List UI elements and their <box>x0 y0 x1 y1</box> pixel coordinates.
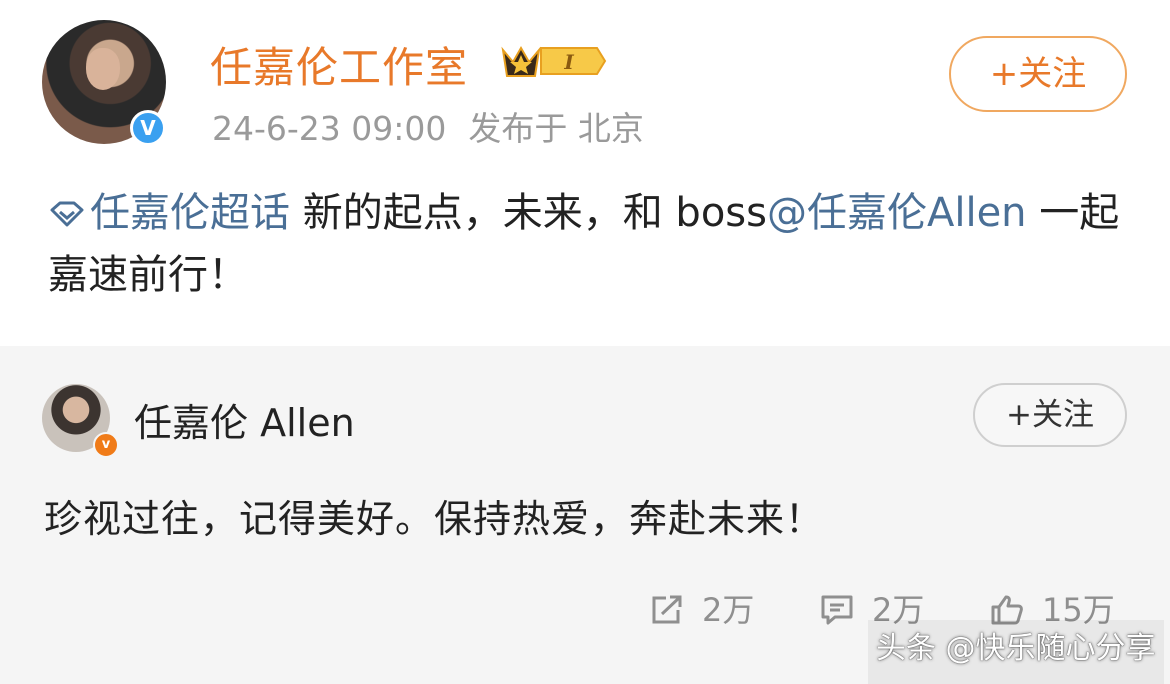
watermark: 头条 @快乐随心分享 <box>868 620 1164 684</box>
post-location: 发布于 北京 <box>468 109 644 148</box>
post-meta: 24-6-23 09:00 发布于 北京 <box>212 102 666 150</box>
share-icon <box>652 595 682 624</box>
verified-badge-icon: V <box>130 110 166 146</box>
author-name[interactable]: 任嘉伦工作室 <box>210 34 468 95</box>
comment-icon <box>821 595 853 625</box>
topic-label: 任嘉伦超话 <box>90 190 290 236</box>
share-count: 2万 <box>702 591 755 629</box>
repost-verified-badge-icon: v <box>93 432 119 458</box>
diamond-topic-icon <box>50 201 84 227</box>
topic-link[interactable]: 任嘉伦超话 <box>48 190 290 236</box>
repost-text: 珍视过往，记得美好。保持热爱，奔赴未来！ <box>44 497 825 541</box>
repost-author-name[interactable]: 任嘉伦 Allen <box>134 392 355 447</box>
post-timestamp: 24-6-23 09:00 <box>212 109 447 148</box>
post-content: 任嘉伦超话 新的起点，未来，和 boss@任嘉伦Allen 一起嘉速前行！ <box>48 182 1128 306</box>
crown-badge-icon: I <box>501 45 607 77</box>
avatar-face <box>86 48 120 90</box>
follow-button[interactable]: +关注 <box>949 36 1127 112</box>
post-text-part1: 新的起点，未来，和 boss <box>290 190 767 236</box>
crown-badge-level: I <box>563 50 574 74</box>
mention-link[interactable]: @任嘉伦Allen <box>767 190 1027 236</box>
weibo-post: V 任嘉伦工作室 I 24-6-23 09:00 发布于 北京 +关注 任嘉伦超话… <box>0 0 1170 346</box>
repost-follow-button[interactable]: +关注 <box>973 383 1127 447</box>
